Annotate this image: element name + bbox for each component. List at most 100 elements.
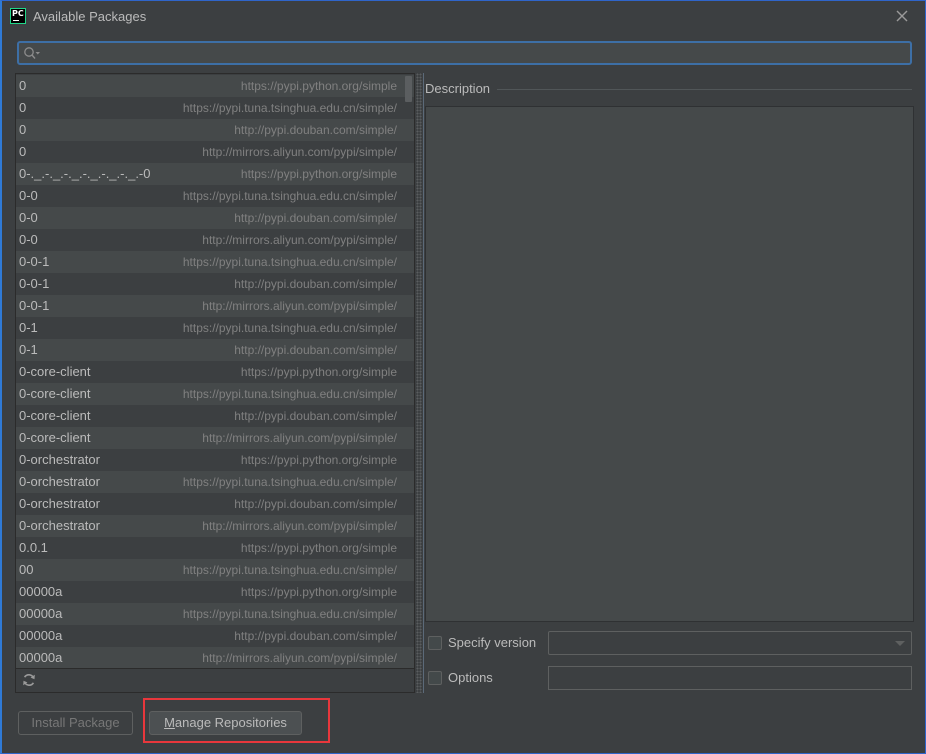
package-repository: http://pypi.douban.com/simple/: [234, 277, 397, 291]
package-row[interactable]: 0 http://pypi.douban.com/simple/: [16, 119, 414, 141]
package-repository: http://pypi.douban.com/simple/: [234, 343, 397, 357]
package-row[interactable]: 0 http://mirrors.aliyun.com/pypi/simple/: [16, 141, 414, 163]
package-name: 0-._.-._.-._.-._.-._.-._.-0: [19, 166, 151, 181]
package-row[interactable]: 0-core-client https://pypi.python.org/sim…: [16, 361, 414, 383]
package-name: 0-core-client: [19, 386, 91, 401]
package-row[interactable]: 0-orchestrator http://pypi.douban.com/sim…: [16, 493, 414, 515]
package-name: 0.0.1: [19, 540, 48, 555]
package-list[interactable]: 0 https://pypi.python.org/simple 0 https://…: [16, 75, 414, 669]
package-name: 0: [19, 144, 27, 159]
specify-version-checkbox[interactable]: [428, 636, 442, 650]
options-option[interactable]: Options: [428, 667, 508, 689]
package-name: 00000a: [19, 650, 63, 665]
package-row[interactable]: 00000a https://pypi.python.org/simple: [16, 581, 414, 603]
package-row[interactable]: 0-1 https://pypi.tuna.tsinghua.edu.cn/sim…: [16, 317, 414, 339]
package-repository: https://pypi.python.org/simple: [240, 453, 397, 467]
package-repository: http://pypi.douban.com/simple/: [234, 211, 397, 225]
description-heading: Description: [425, 81, 491, 96]
close-button[interactable]: [893, 7, 911, 25]
version-dropdown[interactable]: [548, 631, 912, 655]
package-name: 00000a: [19, 606, 63, 621]
button-label-rest: anage Repositories: [174, 715, 287, 730]
package-row[interactable]: 0-orchestrator https://pypi.python.org/si…: [16, 449, 414, 471]
package-name: 0-1: [19, 320, 38, 335]
package-row[interactable]: 0 https://pypi.tuna.tsinghua.edu.cn/simpl…: [16, 97, 414, 119]
package-search-field[interactable]: [17, 41, 912, 65]
refresh-icon[interactable]: [22, 673, 36, 687]
package-name: 0: [19, 100, 27, 115]
pycharm-app-icon: PC: [10, 8, 26, 24]
available-packages-dialog: PC Available Packages 0 https://pypi.pyth…: [0, 0, 926, 754]
package-row[interactable]: 0-0 https://pypi.tuna.tsinghua.edu.cn/sim…: [16, 185, 414, 207]
package-row[interactable]: 0-0-1 http://mirrors.aliyun.com/pypi/simp…: [16, 295, 414, 317]
title-bar: PC Available Packages: [2, 1, 925, 33]
package-name: 0-orchestrator: [19, 474, 100, 489]
package-name: 0-0-1: [19, 276, 50, 291]
chevron-down-icon: [895, 641, 905, 646]
package-repository: http://pypi.douban.com/simple/: [234, 123, 397, 137]
package-name: 0: [19, 78, 27, 93]
package-row[interactable]: 0-._.-._.-._.-._.-._.-._.-0 https://pypi.…: [16, 163, 414, 185]
options-checkbox[interactable]: [428, 671, 442, 685]
description-separator: [497, 89, 912, 90]
package-row[interactable]: 0-core-client http://pypi.douban.com/simp…: [16, 405, 414, 427]
package-name: 0-core-client: [19, 430, 91, 445]
close-icon: [896, 10, 908, 22]
package-name: 0-orchestrator: [19, 452, 100, 467]
package-list-panel: 0 https://pypi.python.org/simple 0 https://…: [15, 73, 415, 693]
specify-version-option[interactable]: Specify version: [428, 632, 538, 654]
search-icon[interactable]: [23, 46, 41, 60]
package-row[interactable]: 00000a http://mirrors.aliyun.com/pypi/sim…: [16, 647, 414, 669]
mnemonic-letter: M: [164, 715, 175, 730]
package-row[interactable]: 0-orchestrator http://mirrors.aliyun.com/…: [16, 515, 414, 537]
package-row[interactable]: 00000a https://pypi.tuna.tsinghua.edu.cn/…: [16, 603, 414, 625]
package-repository: http://mirrors.aliyun.com/pypi/simple/: [202, 145, 397, 159]
package-row[interactable]: 0 https://pypi.python.org/simple: [16, 75, 414, 97]
package-row[interactable]: 0-0 http://mirrors.aliyun.com/pypi/simple…: [16, 229, 414, 251]
package-row[interactable]: 0-1 http://pypi.douban.com/simple/: [16, 339, 414, 361]
package-name: 0: [19, 122, 27, 137]
search-input[interactable]: [45, 43, 906, 63]
dialog-title: Available Packages: [33, 9, 147, 24]
package-name: 0-0-1: [19, 254, 50, 269]
package-repository: https://pypi.python.org/simple: [240, 167, 397, 181]
package-name: 0-0-1: [19, 298, 50, 313]
package-repository: http://mirrors.aliyun.com/pypi/simple/: [202, 651, 397, 665]
package-repository: https://pypi.tuna.tsinghua.edu.cn/simple…: [182, 189, 397, 203]
description-panel: [425, 106, 914, 622]
panel-splitter[interactable]: [416, 73, 422, 693]
package-repository: https://pypi.python.org/simple: [240, 585, 397, 599]
package-row[interactable]: 0.0.1 https://pypi.python.org/simple: [16, 537, 414, 559]
package-row[interactable]: 00000a http://pypi.douban.com/simple/: [16, 625, 414, 647]
package-repository: https://pypi.tuna.tsinghua.edu.cn/simple…: [182, 101, 397, 115]
package-row[interactable]: 0-0 http://pypi.douban.com/simple/: [16, 207, 414, 229]
options-input[interactable]: [548, 666, 912, 690]
package-name: 0-1: [19, 342, 38, 357]
package-row[interactable]: 0-core-client http://mirrors.aliyun.com/p…: [16, 427, 414, 449]
package-repository: https://pypi.tuna.tsinghua.edu.cn/simple…: [182, 321, 397, 335]
package-repository: https://pypi.python.org/simple: [240, 79, 397, 93]
package-name: 0-orchestrator: [19, 496, 100, 511]
package-row[interactable]: 0-core-client https://pypi.tuna.tsinghua.…: [16, 383, 414, 405]
package-repository: http://mirrors.aliyun.com/pypi/simple/: [202, 519, 397, 533]
package-row[interactable]: 00 https://pypi.tuna.tsinghua.edu.cn/simp…: [16, 559, 414, 581]
package-repository: http://pypi.douban.com/simple/: [234, 629, 397, 643]
package-name: 0-0: [19, 188, 38, 203]
package-repository: http://mirrors.aliyun.com/pypi/simple/: [202, 233, 397, 247]
package-name: 00: [19, 562, 34, 577]
install-package-button[interactable]: Install Package: [18, 711, 133, 735]
package-row[interactable]: 0-0-1 https://pypi.tuna.tsinghua.edu.cn/s…: [16, 251, 414, 273]
package-repository: http://pypi.douban.com/simple/: [234, 497, 397, 511]
package-row[interactable]: 0-orchestrator https://pypi.tuna.tsinghua…: [16, 471, 414, 493]
package-name: 0-0: [19, 210, 38, 225]
package-row[interactable]: 0-0-1 http://pypi.douban.com/simple/: [16, 273, 414, 295]
specify-version-label: Specify version: [448, 635, 537, 650]
list-scrollbar[interactable]: [405, 76, 412, 102]
package-name: 0-core-client: [19, 408, 91, 423]
package-name: 00000a: [19, 628, 63, 643]
package-repository: https://pypi.tuna.tsinghua.edu.cn/simple…: [182, 475, 397, 489]
package-repository: https://pypi.python.org/simple: [240, 365, 397, 379]
options-label: Options: [448, 670, 493, 685]
manage-repositories-button[interactable]: Manage Repositories: [149, 711, 302, 735]
package-repository: http://pypi.douban.com/simple/: [234, 409, 397, 423]
